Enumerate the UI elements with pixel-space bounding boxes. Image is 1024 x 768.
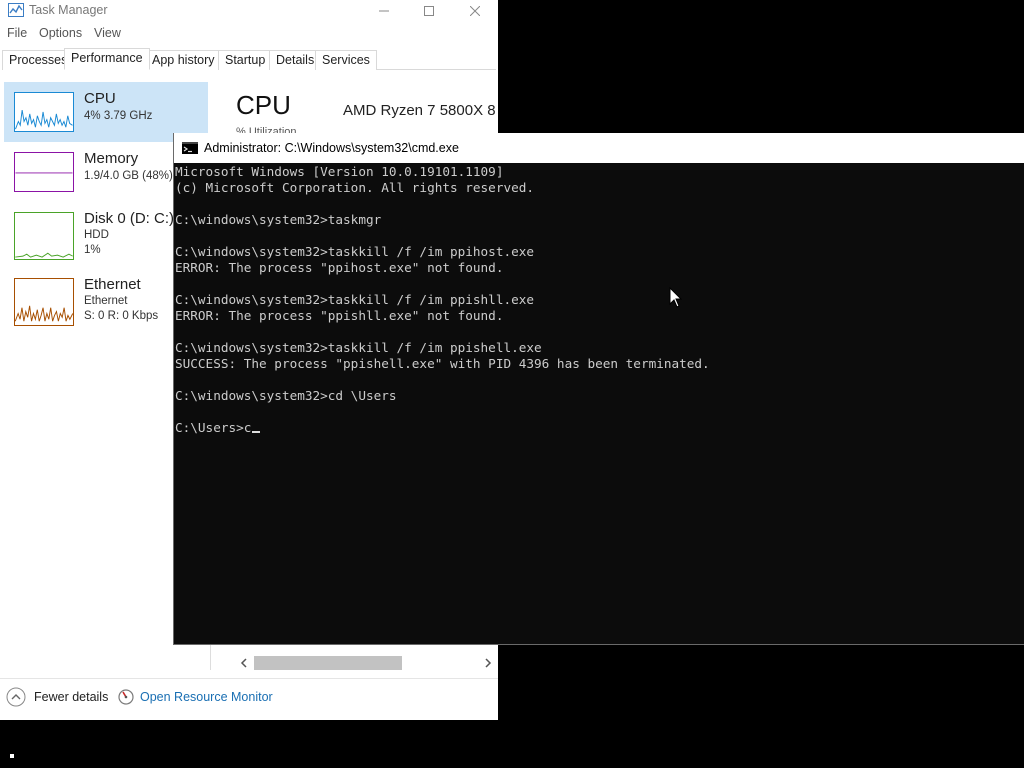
menu-file[interactable]: File (7, 26, 27, 40)
disk-label: Disk 0 (D: C:) (84, 210, 174, 227)
menu-view[interactable]: View (94, 26, 121, 40)
disk-graph (14, 212, 74, 260)
task-manager-title: Task Manager (29, 3, 108, 17)
memory-usage: 1.9/4.0 GB (48%) (84, 170, 173, 182)
chevron-up-icon (6, 687, 26, 707)
console-line: ERROR: The process "ppishll.exe" not fou… (175, 308, 504, 323)
cpu-graph (14, 92, 74, 132)
horizontal-scrollbar[interactable] (236, 654, 496, 672)
task-manager-app-icon (8, 3, 24, 17)
task-manager-footer: Fewer details Open Resource Monitor (0, 678, 498, 714)
ethernet-throughput: S: 0 R: 0 Kbps (84, 310, 159, 322)
console-line: C:\windows\system32>cd \Users (175, 388, 397, 403)
ethernet-adapter: Ethernet (84, 295, 128, 307)
close-button[interactable] (452, 0, 498, 22)
console-line: C:\windows\system32>taskkill /f /im ppih… (175, 244, 535, 259)
ethernet-label: Ethernet (84, 276, 141, 293)
disk-usage: 1% (84, 244, 101, 256)
console-line: C:\windows\system32>taskkill /f /im ppis… (175, 340, 542, 355)
open-resource-monitor-label: Open Resource Monitor (140, 690, 273, 704)
tab-performance[interactable]: Performance (64, 48, 150, 70)
console-icon (182, 142, 198, 154)
minimize-icon (379, 10, 389, 12)
maximize-icon (424, 6, 434, 16)
tab-strip: Processes Performance App history Startu… (2, 48, 496, 70)
maximize-button[interactable] (406, 0, 452, 22)
tab-details[interactable]: Details (269, 50, 322, 70)
tab-startup[interactable]: Startup (218, 50, 273, 70)
console-line: Microsoft Windows [Version 10.0.19101.11… (175, 164, 504, 179)
console-output[interactable]: Microsoft Windows [Version 10.0.19101.11… (175, 164, 1023, 642)
console-line: C:\windows\system32>taskmgr (175, 212, 382, 227)
menu-options[interactable]: Options (39, 26, 82, 40)
close-icon (470, 6, 480, 16)
console-prompt-line[interactable]: C:\Users>c (175, 420, 261, 436)
console-line: SUCCESS: The process "ppishell.exe" with… (175, 356, 710, 371)
memory-graph (14, 152, 74, 192)
detail-title: CPU (236, 90, 291, 120)
memory-label: Memory (84, 150, 139, 167)
cpu-label: CPU (84, 90, 116, 107)
minimize-button[interactable] (361, 0, 407, 22)
cmd-window[interactable]: Administrator: C:\Windows\system32\cmd.e… (173, 133, 1024, 645)
fewer-details-button[interactable]: Fewer details (6, 686, 108, 708)
console-line: C:\windows\system32>taskkill /f /im ppis… (175, 292, 535, 307)
mouse-pointer-icon (669, 287, 683, 308)
ethernet-graph (14, 278, 74, 326)
text-cursor (252, 431, 261, 433)
cpu-usage: 4% 3.79 GHz (84, 110, 153, 122)
open-resource-monitor-link[interactable]: Open Resource Monitor (118, 686, 273, 708)
scrollbar-thumb[interactable] (254, 656, 402, 670)
console-line: (c) Microsoft Corporation. All rights re… (175, 180, 535, 195)
fewer-details-label: Fewer details (34, 690, 109, 704)
console-line: ERROR: The process "ppihost.exe" not fou… (175, 260, 504, 275)
scroll-right-icon[interactable] (482, 656, 494, 670)
scroll-left-icon[interactable] (238, 656, 250, 670)
tab-services[interactable]: Services (315, 50, 377, 70)
desktop-dot (10, 754, 14, 758)
task-manager-titlebar[interactable]: Task Manager (0, 0, 498, 22)
cmd-title: Administrator: C:\Windows\system32\cmd.e… (204, 141, 459, 155)
resource-monitor-icon (118, 689, 134, 705)
cmd-titlebar[interactable]: Administrator: C:\Windows\system32\cmd.e… (174, 133, 1024, 163)
disk-type: HDD (84, 229, 109, 241)
cpu-model: AMD Ryzen 7 5800X 8 (343, 102, 496, 119)
console-prompt: C:\Users>c (175, 420, 252, 435)
tab-app-history[interactable]: App history (145, 50, 222, 70)
